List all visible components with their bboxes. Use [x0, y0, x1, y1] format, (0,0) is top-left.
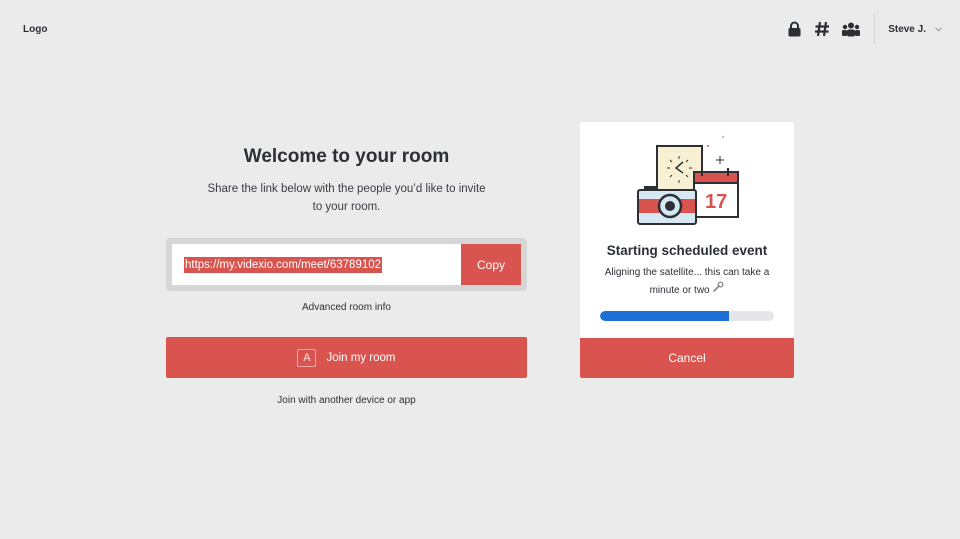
page-title: Welcome to your room: [243, 146, 450, 167]
user-name: Steve J.: [888, 23, 926, 35]
user-menu[interactable]: Steve J.: [888, 24, 942, 35]
scheduled-event-card: 17 Starting scheduled event Aligning the…: [580, 122, 794, 378]
header-divider: [874, 14, 876, 44]
event-card-subtitle: Aligning the satellite... this can take …: [596, 264, 778, 299]
advanced-room-info-link[interactable]: Advanced room info: [166, 302, 527, 313]
join-room-icon: A: [297, 348, 317, 367]
top-bar-actions: Steve J.: [774, 14, 942, 44]
copy-button[interactable]: Copy: [461, 244, 521, 285]
lock-icon[interactable]: [786, 21, 802, 37]
wrench-icon: [712, 281, 724, 296]
event-card-title: Starting scheduled event: [606, 243, 768, 258]
welcome-panel: Welcome to your room Share the link belo…: [166, 146, 527, 406]
welcome-subtitle: Share the link below with the people you…: [207, 183, 486, 213]
progress-bar-fill: [600, 311, 729, 321]
room-link-text[interactable]: https://my.videxio.com/meet/63789102: [184, 256, 383, 273]
event-card-subtitle-text: Aligning the satellite... this can take …: [604, 267, 770, 296]
chevron-down-icon: [935, 24, 942, 35]
calendar-day-number: 17: [705, 191, 727, 213]
logo[interactable]: Logo: [23, 24, 47, 35]
join-room-button[interactable]: A Join my room: [166, 337, 527, 378]
progress-bar: [600, 311, 774, 321]
event-illustration: 17: [637, 136, 739, 225]
group-icon[interactable]: [842, 21, 861, 37]
hash-icon[interactable]: [814, 21, 830, 37]
join-room-label: Join my room: [326, 351, 396, 364]
cancel-button[interactable]: Cancel: [580, 338, 794, 378]
room-link-field[interactable]: https://my.videxio.com/meet/63789102: [172, 244, 461, 285]
room-link-box: https://my.videxio.com/meet/63789102 Cop…: [166, 238, 527, 291]
join-other-device-link[interactable]: Join with another device or app: [166, 395, 527, 406]
